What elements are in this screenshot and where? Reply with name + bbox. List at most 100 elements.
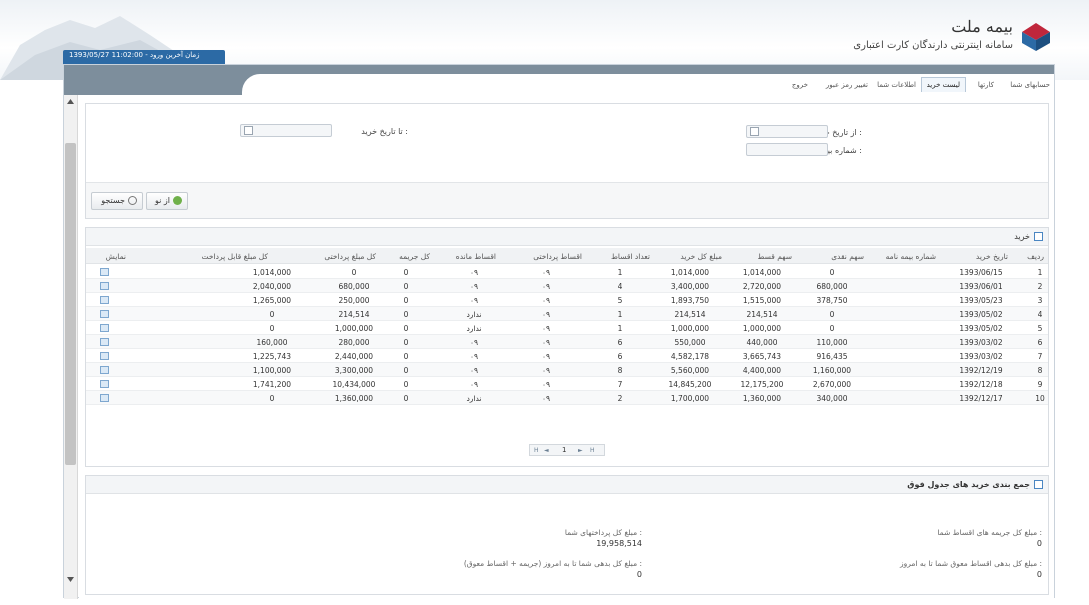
cash-share-cell: 2,670,000 <box>812 380 852 389</box>
vertical-scrollbar[interactable] <box>64 95 78 599</box>
tab-accounts[interactable]: حسابهای شما <box>1010 81 1050 89</box>
table-row[interactable]: 8 1392/12/19 1,160,000 4,400,000 5,560,000 8 ۰… <box>86 363 1048 377</box>
col-cash[interactable]: سهم نقدی <box>831 252 864 261</box>
bimeh-mellat-logo <box>1022 23 1050 51</box>
panel-collapse-icon[interactable] <box>1034 480 1043 489</box>
col-policy[interactable]: شماره بیمه نامه <box>886 252 936 261</box>
current-page[interactable]: 1 <box>562 446 566 454</box>
summary-panel-title: جمع بندی خرید های جدول فوق <box>907 480 1030 489</box>
total-paid-cell: 3,300,000 <box>334 366 374 375</box>
view-details-icon[interactable] <box>100 324 109 332</box>
to-date-input[interactable] <box>240 124 332 137</box>
installment-count-cell: 8 <box>617 366 623 375</box>
calendar-icon[interactable] <box>244 126 253 135</box>
table-row[interactable]: 4 1393/05/02 0 214,514 214,514 1 ۰۹ ندارد 0 214,5… <box>86 307 1048 321</box>
total-debt-value: 0 <box>636 570 642 579</box>
panel-collapse-icon[interactable] <box>1034 232 1043 241</box>
col-paid[interactable]: اقساط پرداختی <box>533 252 582 261</box>
total-payable-cell: 2,040,000 <box>252 282 292 291</box>
view-details-icon[interactable] <box>100 366 109 374</box>
scrollbar-thumb[interactable] <box>65 143 76 465</box>
summary-panel: جمع بندی خرید های جدول فوق : مبلغ کل جری… <box>85 475 1049 595</box>
content-area: : از تاریخ خرید : شماره بیمه نامه : تا ت… <box>79 95 1054 599</box>
purchase-total-cell: 14,845,200 <box>668 380 712 389</box>
next-page-button[interactable]: ► <box>578 447 583 454</box>
total-paid-cell: 0 <box>351 268 357 277</box>
table-row[interactable]: 1 1393/06/15 0 1,014,000 1,014,000 1 ۰۹ ۰۹ 0 0 1,0… <box>86 265 1048 279</box>
installment-share-cell: 440,000 <box>746 338 778 347</box>
overdue-debt-value: 0 <box>1036 570 1042 579</box>
col-total[interactable]: مبلغ کل خرید <box>680 252 722 261</box>
table-row[interactable]: 9 1392/12/18 2,670,000 12,175,200 14,845,200… <box>86 377 1048 391</box>
total-payable-cell: 160,000 <box>256 338 288 347</box>
first-page-button[interactable]: H <box>534 447 539 454</box>
remaining-installments-cell: ۰۹ <box>469 282 479 291</box>
tab-purchase-list[interactable]: لیست خرید <box>920 77 966 92</box>
reset-button[interactable]: از نو <box>146 192 188 210</box>
tab-cards[interactable]: کارتها <box>978 81 994 89</box>
col-row[interactable]: ردیف <box>1027 252 1044 261</box>
paid-installments-cell: ۰۹ <box>541 296 551 305</box>
col-date[interactable]: تاریخ خرید <box>976 252 1008 261</box>
view-details-icon[interactable] <box>100 352 109 360</box>
tab-logout[interactable]: خروج <box>792 81 808 89</box>
installment-count-cell: 6 <box>617 352 623 361</box>
search-button-label: جستجو <box>101 196 125 205</box>
purchase-date-cell: 1393/05/02 <box>959 310 1003 319</box>
table-row[interactable]: 6 1393/03/02 110,000 440,000 550,000 6 ۰۹ ۰۹ 0 28… <box>86 335 1048 349</box>
table-row[interactable]: 7 1393/03/02 916,435 3,665,743 4,582,178 6 ۰۹ ۰… <box>86 349 1048 363</box>
view-details-icon[interactable] <box>100 268 109 276</box>
view-details-icon[interactable] <box>100 310 109 318</box>
total-paid-cell: 214,514 <box>338 310 370 319</box>
installment-count-cell: 4 <box>617 282 623 291</box>
total-payable-cell: 1,225,743 <box>252 352 292 361</box>
cash-share-cell: 1,160,000 <box>812 366 852 375</box>
cash-share-cell: 680,000 <box>816 282 848 291</box>
paid-total-label: : مبلغ کل پرداختهای شما <box>564 528 642 537</box>
paid-installments-cell: ۰۹ <box>541 268 551 277</box>
view-details-icon[interactable] <box>100 394 109 402</box>
col-total-paid[interactable]: کل مبلغ پرداختی <box>324 252 376 261</box>
installment-share-cell: 12,175,200 <box>740 380 784 389</box>
col-payable[interactable]: کل مبلغ قابل پرداخت <box>202 252 268 261</box>
total-paid-cell: 1,000,000 <box>334 324 374 333</box>
from-date-input[interactable] <box>746 125 828 138</box>
col-view[interactable]: نمایش <box>106 252 126 261</box>
purchase-panel-header: خرید <box>86 228 1048 246</box>
col-count[interactable]: تعداد اقساط <box>611 252 650 261</box>
installment-share-cell: 2,720,000 <box>742 282 782 291</box>
col-remaining[interactable]: اقساط مانده <box>456 252 496 261</box>
tab-change-password[interactable]: تغییر رمز عبور <box>826 81 868 89</box>
tab-your-info[interactable]: اطلاعات شما <box>877 81 916 89</box>
paid-installments-cell: ۰۹ <box>541 352 551 361</box>
scroll-down-icon[interactable] <box>67 577 74 582</box>
purchase-date-cell: 1392/12/18 <box>959 380 1003 389</box>
cash-share-cell: 0 <box>829 310 835 319</box>
search-button[interactable]: جستجو <box>91 192 143 210</box>
grid-header: ردیف تاریخ خرید شماره بیمه نامه سهم نقدی… <box>86 248 1048 264</box>
view-details-icon[interactable] <box>100 282 109 290</box>
table-row[interactable]: 5 1393/05/02 0 1,000,000 1,000,000 1 ۰۹ ندارد 0 1… <box>86 321 1048 335</box>
view-details-icon[interactable] <box>100 296 109 304</box>
installment-count-cell: 2 <box>617 394 623 403</box>
installment-count-cell: 5 <box>617 296 623 305</box>
purchase-total-cell: 5,560,000 <box>670 366 710 375</box>
scroll-up-icon[interactable] <box>67 99 74 104</box>
purchase-total-cell: 1,893,750 <box>670 296 710 305</box>
remaining-installments-cell: ۰۹ <box>469 268 479 277</box>
remaining-installments-cell: ۰۹ <box>469 352 479 361</box>
table-row[interactable]: 3 1393/05/23 378,750 1,515,000 1,893,750 5 ۰۹ ۰… <box>86 293 1048 307</box>
col-penalty[interactable]: کل جریمه <box>399 252 430 261</box>
view-details-icon[interactable] <box>100 338 109 346</box>
table-row[interactable]: 2 1393/06/01 680,000 2,720,000 3,400,000 4 ۰۹ ۰… <box>86 279 1048 293</box>
table-row[interactable]: 10 1392/12/17 340,000 1,360,000 1,700,000 2 ۰۹… <box>86 391 1048 405</box>
prev-page-button[interactable]: ◄ <box>544 447 549 454</box>
last-page-button[interactable]: H <box>590 447 595 454</box>
col-installment[interactable]: سهم قسط <box>757 252 792 261</box>
calendar-icon[interactable] <box>750 127 759 136</box>
view-details-icon[interactable] <box>100 380 109 388</box>
policy-number-input[interactable] <box>746 143 828 156</box>
purchase-date-cell: 1393/03/02 <box>959 352 1003 361</box>
purchase-total-cell: 1,014,000 <box>670 268 710 277</box>
installment-share-cell: 3,665,743 <box>742 352 782 361</box>
